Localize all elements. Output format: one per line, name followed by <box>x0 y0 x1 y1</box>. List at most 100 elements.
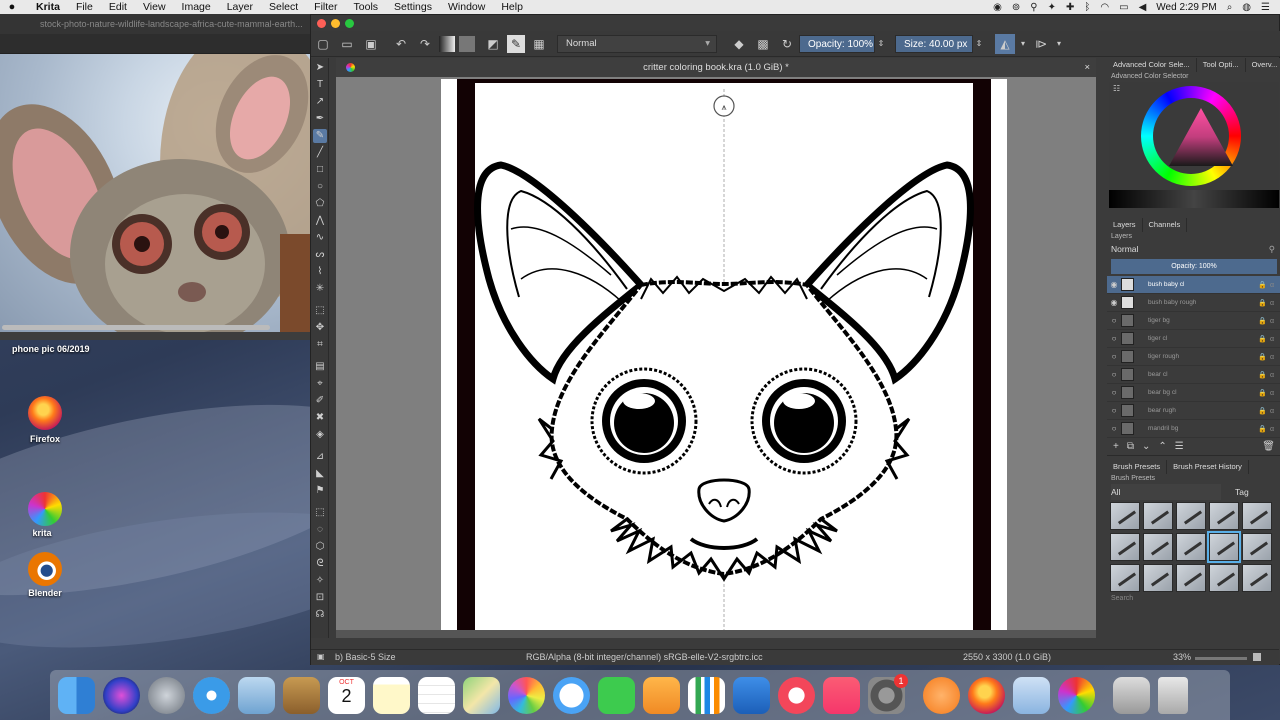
layer-lock-icons[interactable]: 🔒α <box>1258 407 1280 415</box>
similar-select-tool-icon[interactable]: ⊡ <box>313 591 327 605</box>
tab-channels[interactable]: Channels <box>1143 218 1188 232</box>
bezier-tool-icon[interactable]: ∿ <box>313 231 327 245</box>
brush-preset-icon[interactable]: ✎ <box>507 34 525 53</box>
tab-advanced-color-selector[interactable]: Advanced Color Sele... <box>1107 58 1197 72</box>
reload-preset-icon[interactable]: ↻ <box>777 34 797 54</box>
status-icon[interactable]: ✦ <box>1048 2 1056 13</box>
brush-preset-selected[interactable] <box>1207 531 1241 563</box>
status-zoom[interactable]: 33% <box>1173 652 1191 662</box>
menu-view[interactable]: View <box>135 1 174 13</box>
firefox-icon[interactable] <box>28 396 62 430</box>
fit-page-icon[interactable] <box>1253 653 1261 661</box>
layer-lock-icons[interactable]: 🔒α <box>1258 353 1280 361</box>
save-icon[interactable]: ▣ <box>361 34 381 54</box>
mirror-horizontal-icon[interactable]: ◭ <box>995 33 1015 54</box>
status-brush-icon[interactable]: ▣ <box>317 652 325 661</box>
foreground-background-color-icon[interactable]: ◩ <box>483 34 503 54</box>
open-document-icon[interactable]: ▭ <box>337 34 357 54</box>
undo-icon[interactable]: ↶ <box>391 34 411 54</box>
opacity-slider[interactable]: Opacity: 100% <box>799 34 875 53</box>
brush-filter-select[interactable]: All <box>1111 484 1221 500</box>
eye-hidden-icon[interactable]: ○ <box>1107 388 1121 397</box>
volume-icon[interactable]: ◀ <box>1139 2 1147 13</box>
menu-tools[interactable]: Tools <box>346 1 387 13</box>
eye-hidden-icon[interactable]: ○ <box>1107 316 1121 325</box>
layer-row[interactable]: ○ tiger cl 🔒α <box>1107 330 1280 348</box>
stickies-icon[interactable] <box>373 676 410 714</box>
document-tab[interactable]: critter coloring book.kra (1.0 GiB) * × <box>336 58 1096 77</box>
rectangle-tool-icon[interactable]: □ <box>313 163 327 177</box>
smart-patch-tool-icon[interactable]: ✖ <box>313 411 327 425</box>
layer-lock-icons[interactable]: 🔒α <box>1258 335 1280 343</box>
hue-wheel[interactable] <box>1141 86 1241 186</box>
desktop-label-blender[interactable]: Blender <box>20 588 70 598</box>
layer-row[interactable]: ○ tiger rough 🔒α <box>1107 348 1280 366</box>
mirror-options-icon[interactable]: ▾ <box>1019 34 1027 54</box>
layer-lock-icons[interactable]: 🔒α <box>1258 317 1280 325</box>
menu-file[interactable]: File <box>68 1 101 13</box>
numbers-icon[interactable] <box>688 676 725 714</box>
safari-icon[interactable] <box>193 676 230 714</box>
apple-menu-icon[interactable]: ● <box>0 1 24 13</box>
eye-icon[interactable]: ◉ <box>1107 280 1121 289</box>
ellipse-select-tool-icon[interactable]: ◌ <box>313 523 327 537</box>
pages-icon[interactable] <box>643 676 680 714</box>
layer-lock-icons[interactable]: 🔒α <box>1258 389 1280 397</box>
layer-row[interactable]: ○ bear cl 🔒α <box>1107 366 1280 384</box>
polygon-tool-icon[interactable]: ⬠ <box>313 197 327 211</box>
close-document-icon[interactable]: × <box>1084 58 1090 77</box>
layer-properties-icon[interactable]: ☰ <box>1175 438 1184 455</box>
layer-row[interactable]: ○ bear bg cl 🔒α <box>1107 384 1280 402</box>
blender-icon[interactable] <box>28 552 62 586</box>
line-tool-icon[interactable]: ╱ <box>313 146 327 160</box>
brush-settings-icon[interactable]: ▦ <box>529 34 549 54</box>
reference-tool-icon[interactable]: ⚑ <box>313 484 327 498</box>
zoom-window-button[interactable] <box>345 18 354 28</box>
freehand-path-tool-icon[interactable]: ᔕ <box>313 248 327 262</box>
tab-brush-preset-history[interactable]: Brush Preset History <box>1167 460 1249 474</box>
menu-layer[interactable]: Layer <box>219 1 261 13</box>
canvas-page[interactable]: ⩚ <box>441 79 1007 638</box>
move-tool-icon[interactable]: ✥ <box>313 321 327 335</box>
reminders-icon[interactable] <box>418 676 455 714</box>
layer-row[interactable]: ◉ bush baby rough 🔒α <box>1107 294 1280 312</box>
polygon-select-tool-icon[interactable]: ⬡ <box>313 540 327 554</box>
layer-blend-mode-select[interactable]: Normal ⚲ <box>1107 242 1280 257</box>
firefox-icon[interactable] <box>968 676 1005 714</box>
gradient-icon[interactable] <box>439 35 455 52</box>
maps-icon[interactable] <box>463 676 500 714</box>
preserve-alpha-icon[interactable]: ▩ <box>753 34 773 54</box>
spotlight-icon[interactable]: ⌕ <box>1227 2 1233 13</box>
gradient-tool-icon[interactable]: ▤ <box>313 360 327 374</box>
trash-icon[interactable] <box>1158 676 1188 714</box>
move-layer-down-icon[interactable]: ⌄ <box>1142 438 1150 455</box>
krita-icon[interactable] <box>1058 676 1095 714</box>
freehand-brush-tool-icon[interactable]: ✎ <box>313 129 327 143</box>
layer-row[interactable]: ○ bear rugh 🔒α <box>1107 402 1280 420</box>
colorize-mask-tool-icon[interactable]: ✐ <box>313 394 327 408</box>
ellipse-tool-icon[interactable]: ○ <box>313 180 327 194</box>
rect-select-tool-icon[interactable]: ⬚ <box>313 506 327 520</box>
finder-icon[interactable] <box>58 676 95 714</box>
close-window-button[interactable] <box>317 18 326 28</box>
launchpad-icon[interactable] <box>148 676 185 714</box>
brush-preset[interactable] <box>1143 533 1173 561</box>
status-icon[interactable]: ✚ <box>1066 2 1074 13</box>
saturation-value-triangle[interactable] <box>1169 108 1233 166</box>
desktop-label-krita[interactable]: krita <box>17 528 67 538</box>
add-layer-icon[interactable]: + <box>1113 438 1119 455</box>
tag-button[interactable]: Tag <box>1235 484 1249 500</box>
freehand-select-tool-icon[interactable]: ᘓ <box>313 557 327 571</box>
color-settings-icon[interactable]: ☷ <box>1113 84 1120 93</box>
edit-shapes-tool-icon[interactable]: ↗ <box>313 95 327 109</box>
notes-icon[interactable] <box>283 676 320 714</box>
tab-brush-presets[interactable]: Brush Presets <box>1107 460 1168 474</box>
brush-preset[interactable] <box>1242 502 1272 530</box>
system-preferences-icon[interactable]: 1 <box>868 673 908 714</box>
app-menu[interactable]: Krita <box>24 1 68 13</box>
siri-icon[interactable]: ◍ <box>1242 2 1251 13</box>
color-picker-tool-icon[interactable]: ⌖ <box>313 377 327 391</box>
mirror-vertical-options-icon[interactable]: ▾ <box>1055 34 1063 54</box>
measure-tool-icon[interactable]: ⊿ <box>313 450 327 464</box>
brush-preset[interactable] <box>1110 502 1140 530</box>
